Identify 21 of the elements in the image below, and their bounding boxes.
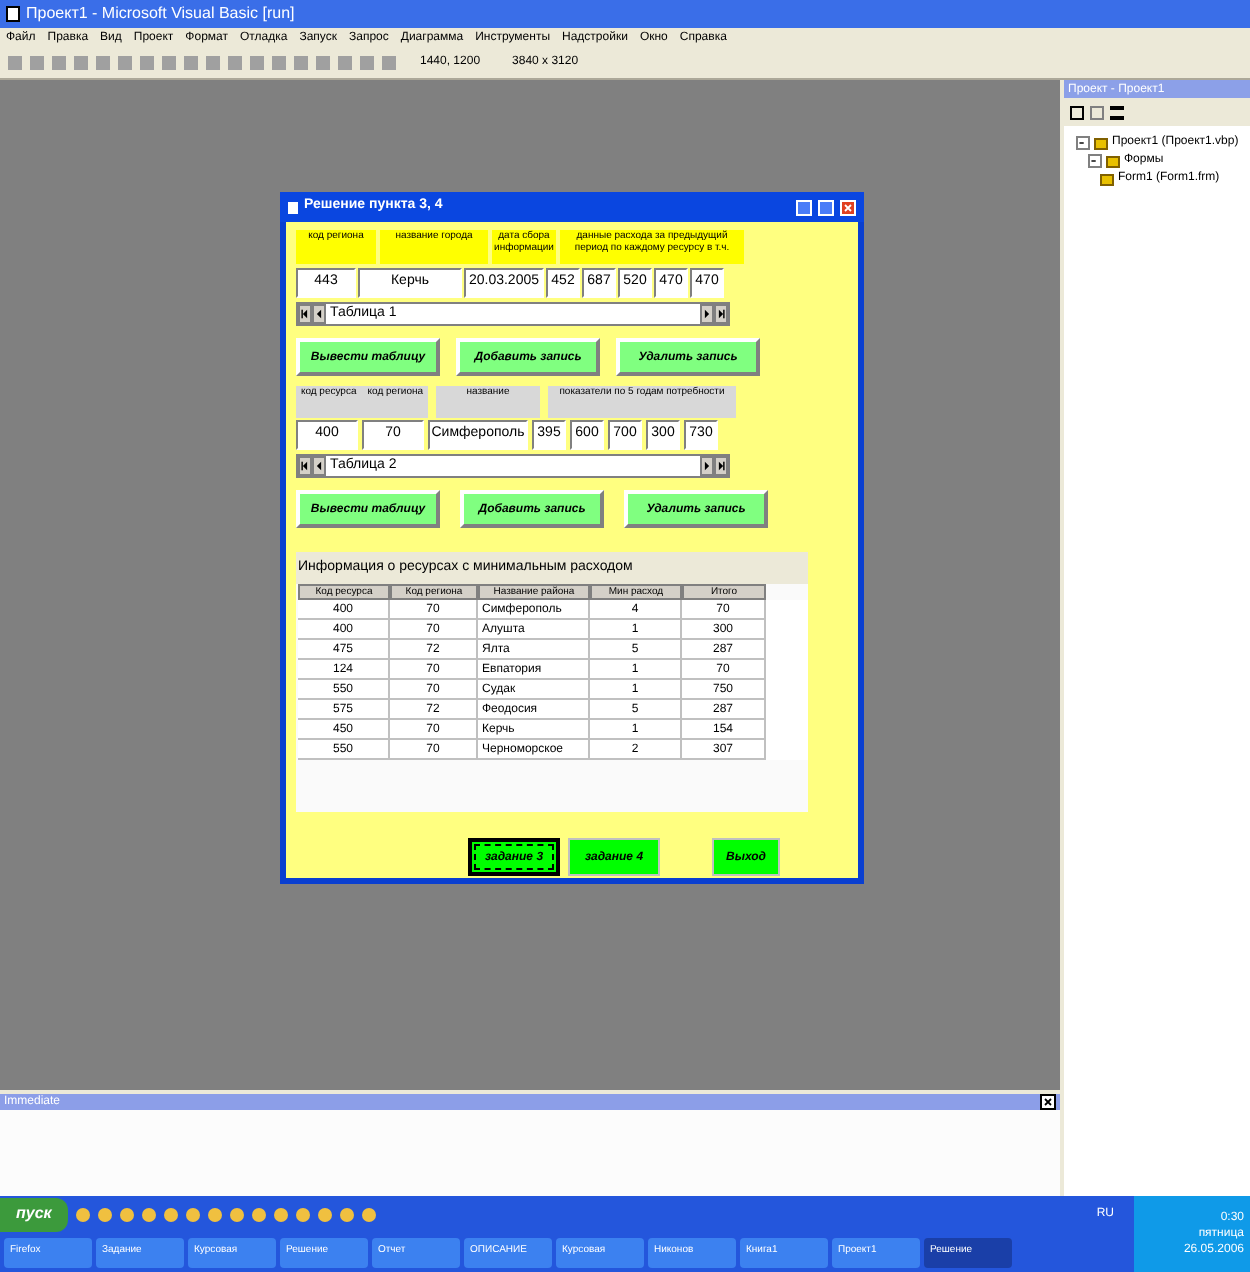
maximize-button[interactable]: [818, 199, 834, 215]
app-icon: [6, 6, 20, 22]
first-record-icon[interactable]: [298, 304, 312, 324]
close-icon[interactable]: [1040, 1094, 1056, 1110]
next-record-icon[interactable]: [700, 304, 714, 324]
window-title: Проект1 - Microsoft Visual Basic [run]: [26, 2, 295, 26]
first-record-icon[interactable]: [298, 456, 312, 476]
last-record-icon[interactable]: [714, 304, 728, 324]
collapse-toggle-icon[interactable]: [1076, 136, 1090, 150]
close-button[interactable]: [840, 199, 856, 215]
form-icon: [288, 201, 298, 213]
view-code-icon[interactable]: [1070, 105, 1084, 119]
last-record-icon[interactable]: [714, 456, 728, 476]
minimize-button[interactable]: [796, 199, 812, 215]
collapse-toggle-icon[interactable]: [1088, 154, 1102, 168]
previous-record-icon[interactable]: [312, 456, 326, 476]
next-record-icon[interactable]: [700, 456, 714, 476]
toggle-folders-icon[interactable]: [1110, 105, 1124, 119]
view-object-icon[interactable]: [1090, 105, 1104, 119]
previous-record-icon[interactable]: [312, 304, 326, 324]
start-button[interactable]: пуск: [0, 1197, 68, 1231]
